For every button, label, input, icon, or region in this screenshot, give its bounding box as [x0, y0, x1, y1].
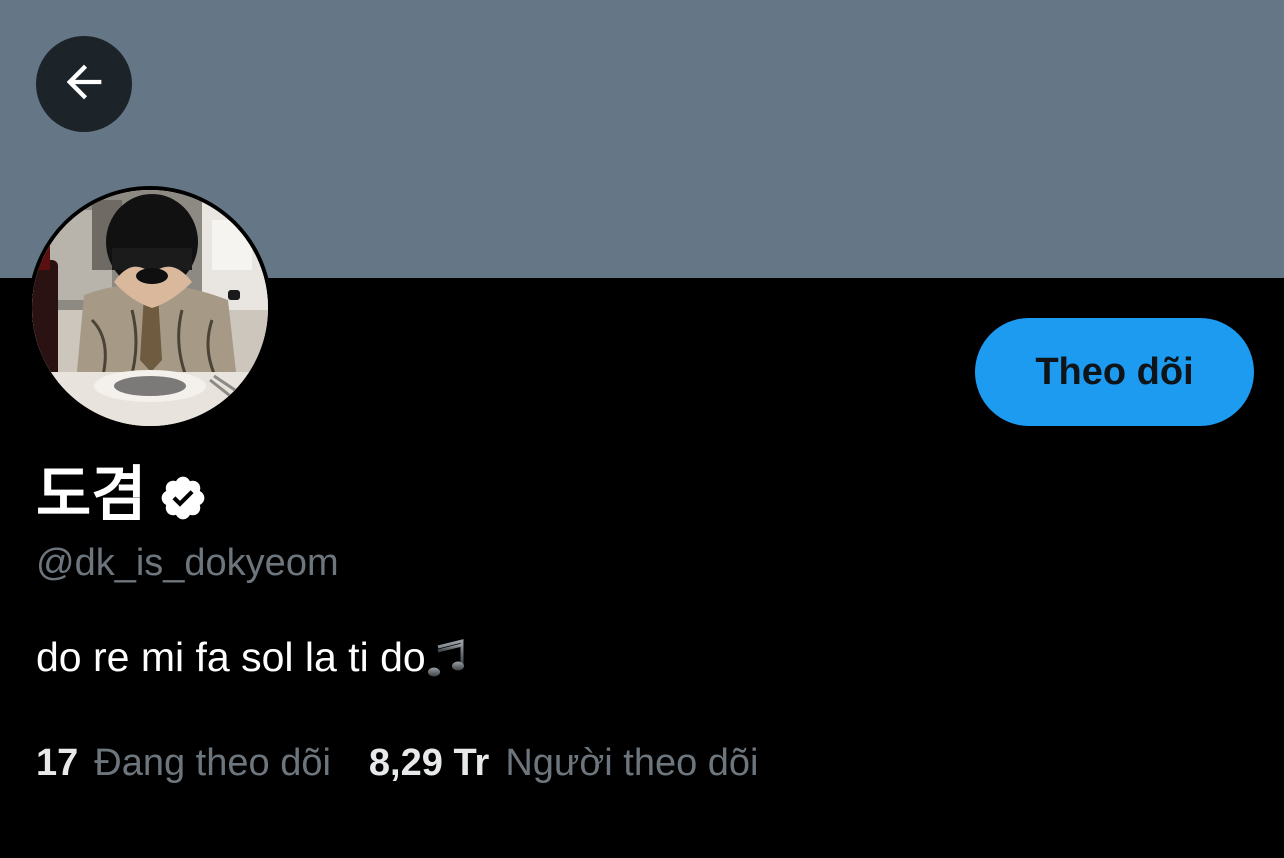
verified-badge-icon[interactable] — [158, 473, 208, 523]
following-label: Đang theo dõi — [94, 742, 331, 784]
arrow-left-icon — [58, 56, 110, 113]
profile-avatar[interactable] — [28, 186, 272, 430]
display-name: 도겸 — [36, 460, 147, 530]
following-count: 17 — [36, 742, 79, 784]
followers-count: 8,29 Tr — [368, 742, 490, 784]
back-button[interactable] — [36, 36, 132, 132]
followers-label: Người theo dõi — [505, 742, 759, 784]
profile-name-row: 도겸 — [36, 455, 208, 535]
following-stat[interactable]: 17 Đang theo dõi — [36, 740, 331, 786]
musical-notes-icon — [427, 633, 476, 681]
followers-stat[interactable]: 8,29 Tr Người theo dõi — [369, 740, 759, 786]
follow-button[interactable]: Theo dõi — [975, 318, 1254, 426]
profile-stats: 17 Đang theo dõi 8,29 Tr Người theo dõi — [36, 740, 759, 786]
profile-bio: do re mi fa sol la ti do — [36, 632, 476, 682]
profile-handle: @dk_is_dokyeom — [36, 542, 339, 584]
bio-text: do re mi fa sol la ti do — [36, 634, 426, 680]
profile-page: Theo dõi 도겸 @dk_is_dokyeom do re mi fa s… — [0, 0, 1284, 858]
